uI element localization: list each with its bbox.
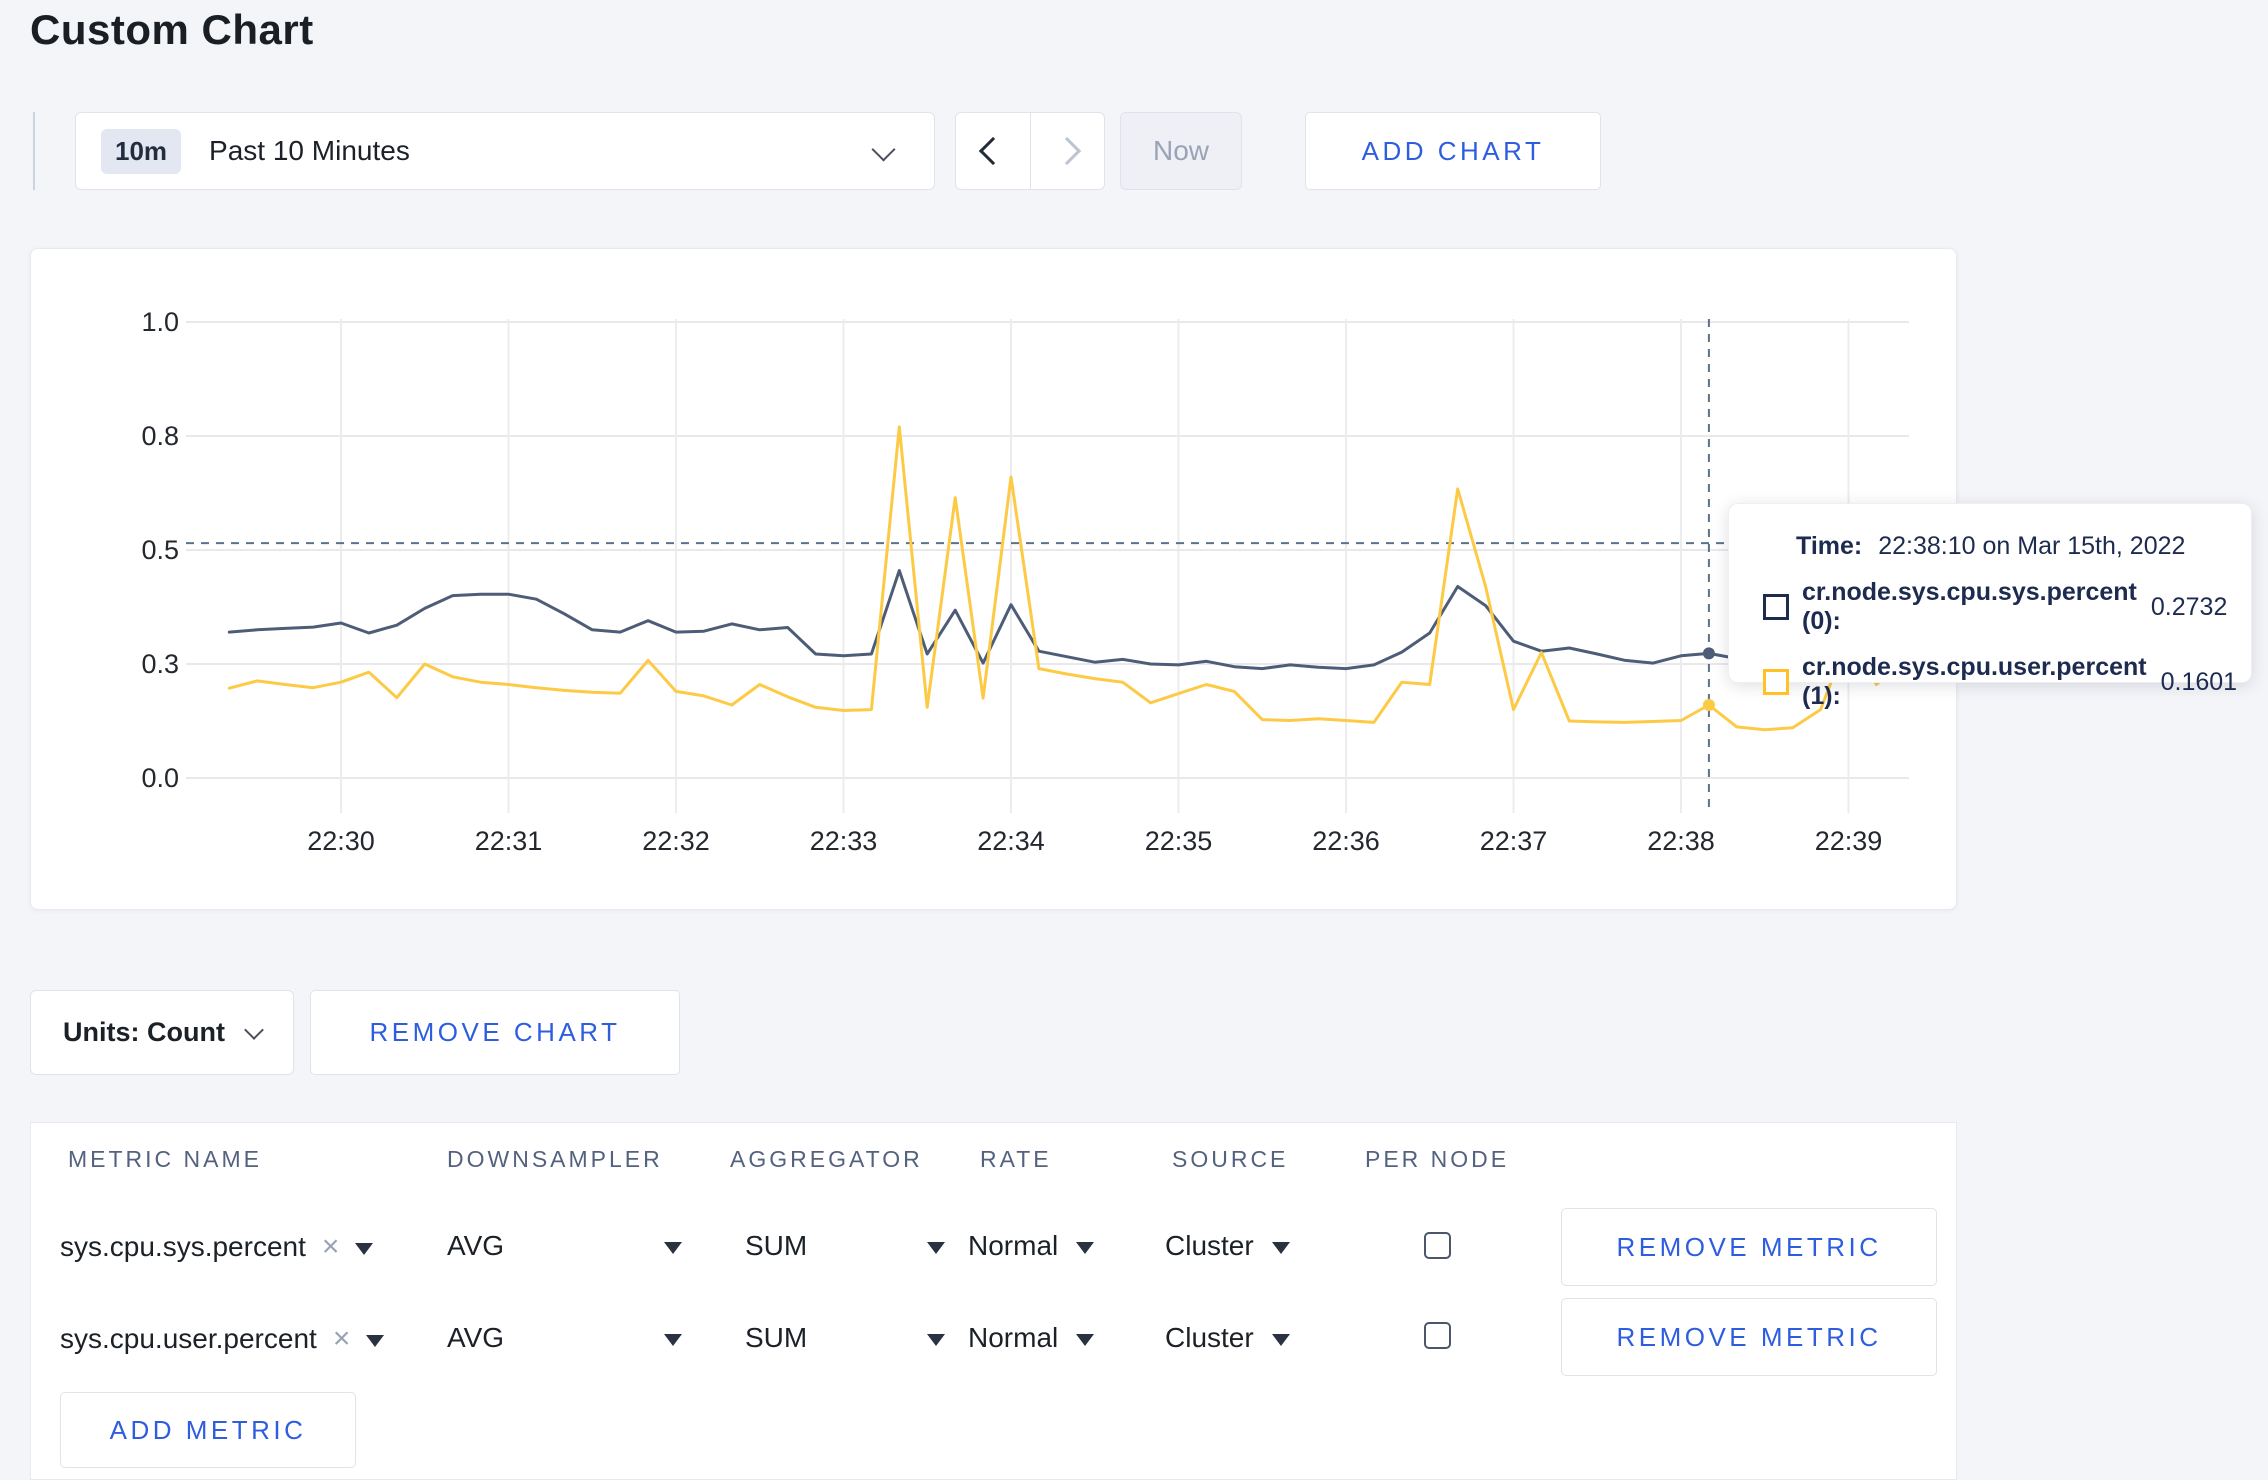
units-select[interactable]: Units: Count [30, 990, 294, 1075]
clear-metric-icon[interactable]: × [322, 1230, 340, 1263]
time-pager [955, 112, 1105, 190]
y-tick-label: 0.8 [141, 421, 179, 451]
dropdown-arrow-icon [1271, 1241, 1290, 1254]
remove-chart-button[interactable]: REMOVE CHART [310, 990, 680, 1075]
col-header-rate: RATE [980, 1146, 1052, 1172]
x-tick-label: 22:38 [1647, 826, 1715, 856]
dropdown-arrow-icon[interactable] [354, 1242, 373, 1255]
x-tick-label: 22:35 [1145, 826, 1213, 856]
aggregator-value: SUM [745, 1230, 808, 1261]
metric-name-value: sys.cpu.user.percent [60, 1323, 317, 1354]
now-button[interactable]: Now [1120, 112, 1242, 190]
chart-tooltip: Time: 22:38:10 on Mar 15th, 2022 cr.node… [1728, 503, 2252, 710]
series-line [227, 569, 1906, 671]
dropdown-arrow-icon [664, 1241, 683, 1254]
per-node-checkbox[interactable] [1424, 1322, 1451, 1349]
units-label: Units: Count [63, 1017, 225, 1047]
chevron-left-icon [978, 136, 1007, 166]
source-value: Cluster [1165, 1322, 1254, 1353]
y-tick-label: 0.5 [141, 535, 179, 565]
y-tick-label: 0.3 [141, 649, 179, 679]
series-sys-swatch-icon [1763, 594, 1789, 620]
aggregator-select[interactable]: SUM [745, 1230, 946, 1262]
aggregator-value: SUM [745, 1322, 808, 1353]
downsampler-select[interactable]: AVG [447, 1230, 683, 1262]
chevron-right-icon [1053, 136, 1082, 166]
source-select[interactable]: Cluster [1165, 1322, 1290, 1354]
dropdown-arrow-icon [927, 1241, 946, 1254]
prev-range-button[interactable] [956, 113, 1031, 189]
tooltip-time-value: 22:38:10 on Mar 15th, 2022 [1878, 532, 2186, 560]
dropdown-arrow-icon [1271, 1333, 1290, 1346]
series-line [227, 425, 1906, 732]
dropdown-arrow-icon [927, 1333, 946, 1346]
col-header-source: SOURCE [1172, 1146, 1289, 1172]
page-title: Custom Chart [30, 6, 314, 53]
dropdown-arrow-icon [1076, 1333, 1095, 1346]
metric-name-select[interactable]: sys.cpu.user.percent × [60, 1322, 384, 1356]
chevron-down-icon [871, 137, 896, 162]
x-tick-label: 22:37 [1480, 826, 1548, 856]
per-node-checkbox[interactable] [1424, 1232, 1451, 1259]
x-tick-label: 22:31 [475, 826, 543, 856]
dropdown-arrow-icon[interactable] [365, 1334, 384, 1347]
time-range-label: Past 10 Minutes [209, 135, 410, 166]
add-chart-button[interactable]: ADD CHART [1305, 112, 1601, 190]
aggregator-select[interactable]: SUM [745, 1322, 946, 1354]
x-tick-label: 22:30 [307, 826, 375, 856]
toolbar-left-divider [33, 112, 35, 190]
col-header-aggregator: AGGREGATOR [730, 1146, 923, 1172]
x-tick-label: 22:36 [1312, 826, 1380, 856]
col-header-downsampler: DOWNSAMPLER [447, 1146, 663, 1172]
time-range-select[interactable]: 10m Past 10 Minutes [75, 112, 935, 190]
x-tick-label: 22:33 [810, 826, 878, 856]
metric-name-value: sys.cpu.sys.percent [60, 1231, 306, 1262]
remove-metric-button[interactable]: REMOVE METRIC [1561, 1298, 1937, 1376]
tooltip-user-value: 0.1601 [2160, 667, 2238, 696]
add-metric-button[interactable]: ADD METRIC [60, 1392, 356, 1468]
downsampler-value: AVG [447, 1230, 505, 1261]
tooltip-user-name: cr.node.sys.cpu.user.percent (1): [1802, 653, 2147, 710]
remove-metric-button[interactable]: REMOVE METRIC [1561, 1208, 1937, 1286]
x-tick-label: 22:34 [977, 826, 1045, 856]
tooltip-time-label: Time: [1796, 532, 1863, 560]
col-header-metric-name: METRIC NAME [68, 1146, 262, 1172]
rate-value: Normal [968, 1230, 1059, 1261]
col-header-per-node: PER NODE [1365, 1146, 1510, 1172]
y-tick-label: 0.0 [141, 763, 179, 793]
clear-metric-icon[interactable]: × [333, 1322, 351, 1355]
source-value: Cluster [1165, 1230, 1254, 1261]
chart-card: 0.0 0.3 0.5 0.8 1.0 22:30 22:31 22:32 22:33 22:34… [30, 248, 1957, 910]
dropdown-arrow-icon [664, 1333, 683, 1346]
x-tick-label: 22:39 [1815, 826, 1883, 856]
time-range-badge: 10m [101, 128, 182, 174]
metric-name-select[interactable]: sys.cpu.sys.percent × [60, 1230, 373, 1264]
downsampler-select[interactable]: AVG [447, 1322, 683, 1354]
tooltip-sys-value: 0.2732 [2150, 592, 2228, 621]
dropdown-arrow-icon [1076, 1241, 1095, 1254]
next-range-button[interactable] [1031, 113, 1105, 189]
x-tick-label: 22:32 [642, 826, 710, 856]
series-user-swatch-icon [1763, 669, 1789, 695]
tooltip-sys-name: cr.node.sys.cpu.sys.percent (0): [1802, 578, 2137, 635]
downsampler-value: AVG [447, 1322, 505, 1353]
rate-select[interactable]: Normal [968, 1322, 1095, 1354]
source-select[interactable]: Cluster [1165, 1230, 1290, 1262]
rate-select[interactable]: Normal [968, 1230, 1095, 1262]
timeseries-chart[interactable]: 0.0 0.3 0.5 0.8 1.0 22:30 22:31 22:32 22:33 22:34… [31, 249, 1956, 909]
rate-value: Normal [968, 1322, 1059, 1353]
y-tick-label: 1.0 [141, 307, 179, 337]
chevron-down-icon [244, 1019, 264, 1040]
